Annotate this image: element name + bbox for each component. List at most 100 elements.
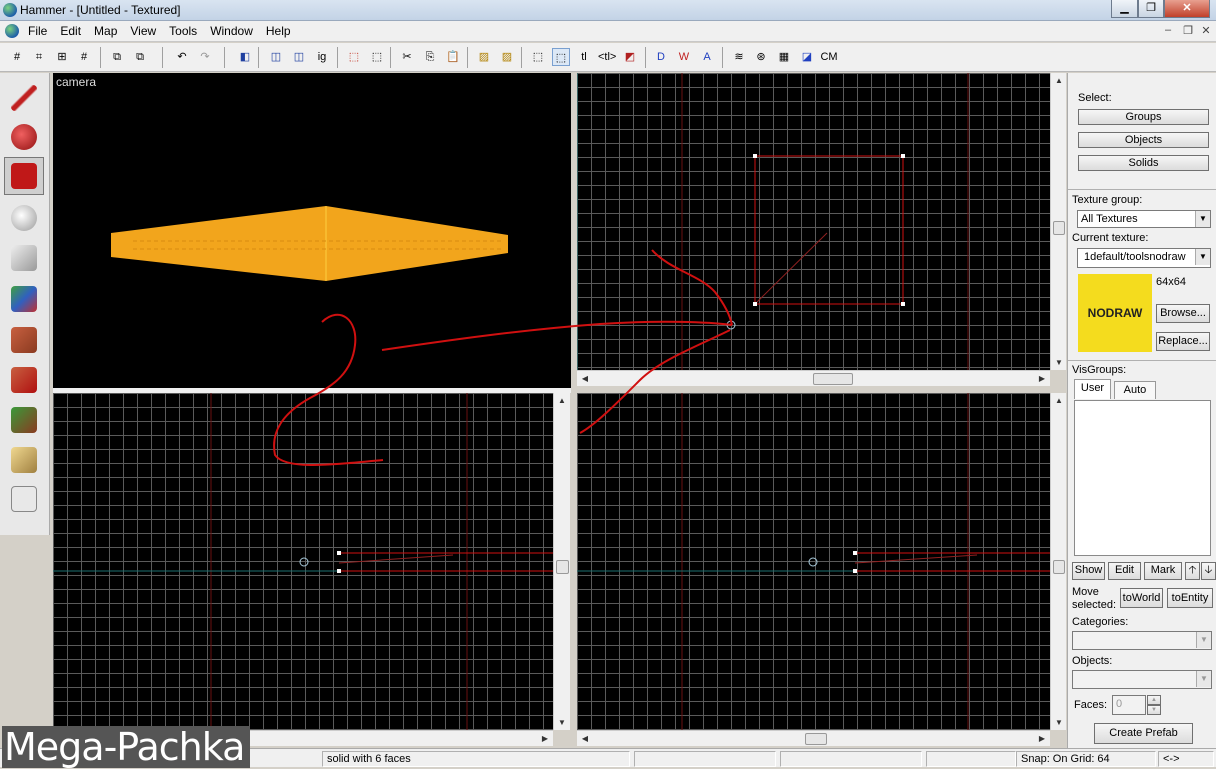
vertex-tool[interactable] xyxy=(4,480,44,518)
faces-spin-down-icon[interactable]: ▼ xyxy=(1147,705,1161,715)
redo-icon[interactable]: ↷ xyxy=(196,48,214,66)
texture-lock-icon[interactable]: ⬚ xyxy=(345,48,363,66)
texture-application-tool[interactable] xyxy=(4,280,44,318)
objects-label: Objects: xyxy=(1072,655,1113,667)
entity-report-icon[interactable]: ◪ xyxy=(798,48,816,66)
selection-tool[interactable] xyxy=(4,79,44,117)
mdi-restore-button[interactable]: ❐ xyxy=(1180,24,1196,37)
overlay-tool[interactable] xyxy=(4,401,44,439)
side-viewport-hscroll[interactable]: ◀ ▶ xyxy=(577,730,1050,746)
decal-tool[interactable] xyxy=(4,361,44,399)
faces-input[interactable]: 0 xyxy=(1112,695,1146,715)
display-angles-icon[interactable]: A xyxy=(698,48,716,66)
select-solids-button[interactable]: Solids xyxy=(1078,155,1209,171)
check-map-button[interactable]: CM xyxy=(818,48,840,66)
entity-tool[interactable] xyxy=(4,199,44,237)
tab-user[interactable]: User xyxy=(1074,379,1111,399)
menu-item-file[interactable]: File xyxy=(28,24,47,38)
front-viewport-vscroll[interactable]: ▲ ▼ xyxy=(553,393,570,730)
mdi-minimize-button[interactable]: – xyxy=(1160,24,1176,36)
objects-select[interactable]: ▼ xyxy=(1072,670,1212,689)
to-world-button[interactable]: toWorld xyxy=(1120,588,1163,608)
handles-icon[interactable]: ⬚ xyxy=(552,48,570,66)
side-viewport-vscroll[interactable]: ▲ ▼ xyxy=(1050,393,1066,730)
menu-item-tools[interactable]: Tools xyxy=(169,24,197,38)
texture-size: 64x64 xyxy=(1156,276,1186,288)
menu-item-help[interactable]: Help xyxy=(266,24,291,38)
top-2d-viewport[interactable] xyxy=(577,73,1050,370)
grid-smaller-icon[interactable]: ⊞ xyxy=(53,48,71,66)
chevron-down-icon: ▼ xyxy=(1195,249,1210,265)
texture-tl-button[interactable]: tl xyxy=(575,48,593,66)
minimize-button[interactable]: ▁ xyxy=(1111,0,1138,18)
camera-icon xyxy=(11,163,37,189)
current-texture-select[interactable]: 1default/toolsnodraw ▼ xyxy=(1077,248,1211,268)
current-texture-label: Current texture: xyxy=(1072,232,1149,244)
document-icon[interactable] xyxy=(5,24,19,38)
select-all-icon[interactable]: ⬚ xyxy=(529,48,547,66)
status-nav: <-> xyxy=(1158,751,1214,767)
texture-tl-lock-button[interactable]: <tl> xyxy=(598,48,616,66)
main-toolbar: # ⌗ ⊞ # ⧉ ⧉ ↶ ↷ ◧ ◫ ◫ ig ⬚ ⬚ ✂ ⎘ 📋 ▨ ▨ ⬚… xyxy=(0,43,1216,72)
menu-bar: File Edit Map View Tools Window Help – ❐ ✕ xyxy=(0,21,1216,42)
menu-item-map[interactable]: Map xyxy=(94,24,117,38)
to-entity-button[interactable]: toEntity xyxy=(1167,588,1213,608)
grid-larger-icon[interactable]: # xyxy=(75,48,93,66)
visgroup-edit-button[interactable]: Edit xyxy=(1108,562,1141,580)
visgroup-list[interactable] xyxy=(1074,400,1211,556)
compile-icon[interactable]: ⊛ xyxy=(752,48,770,66)
categories-label: Categories: xyxy=(1072,616,1129,628)
select-groups-button[interactable]: Groups xyxy=(1078,109,1209,125)
3d-grid-icon[interactable]: ⌗ xyxy=(30,48,48,66)
display-models-icon[interactable]: D xyxy=(652,48,670,66)
visgroup-show-button[interactable]: Show xyxy=(1072,562,1105,580)
display-wire-icon[interactable]: W xyxy=(675,48,693,66)
show-items-icon[interactable]: ▨ xyxy=(498,48,516,66)
flip-icon[interactable]: ◩ xyxy=(621,48,639,66)
close-button[interactable]: ✕ xyxy=(1164,0,1210,18)
selection-mode-icon[interactable]: ⬚ xyxy=(368,48,386,66)
tab-auto[interactable]: Auto xyxy=(1114,381,1156,399)
camera-tool[interactable] xyxy=(4,157,44,195)
paste-icon[interactable]: 📋 xyxy=(444,48,462,66)
grid-toggle-icon[interactable]: # xyxy=(8,48,26,66)
menu-item-edit[interactable]: Edit xyxy=(60,24,81,38)
carve-icon[interactable]: ◧ xyxy=(236,48,254,66)
ungroup-icon[interactable]: ⧉ xyxy=(131,48,149,66)
hide-items-icon[interactable]: ▨ xyxy=(475,48,493,66)
copy-icon[interactable]: ⎘ xyxy=(421,48,439,66)
hide-selected-icon[interactable]: ◫ xyxy=(267,48,285,66)
replace-button[interactable]: Replace... xyxy=(1156,332,1210,351)
visgroup-up-icon[interactable]: 🡡 xyxy=(1185,562,1200,580)
top-viewport-vscroll[interactable]: ▲ ▼ xyxy=(1050,73,1066,370)
block-tool[interactable] xyxy=(4,239,44,277)
run-map-icon[interactable]: ▦ xyxy=(775,48,793,66)
title-bar: Hammer - [Untitled - Textured] ▁ ❐ ✕ xyxy=(0,0,1216,21)
menu-item-window[interactable]: Window xyxy=(210,24,253,38)
apply-current-texture-tool[interactable] xyxy=(4,321,44,359)
create-prefab-button[interactable]: Create Prefab xyxy=(1094,723,1193,744)
categories-select[interactable]: ▼ xyxy=(1072,631,1212,650)
menu-item-view[interactable]: View xyxy=(130,24,156,38)
magnify-tool[interactable] xyxy=(4,118,44,156)
visgroup-down-icon[interactable]: 🡣 xyxy=(1201,562,1216,580)
select-objects-button[interactable]: Objects xyxy=(1078,132,1209,148)
side-2d-viewport[interactable] xyxy=(577,393,1050,730)
top-viewport-hscroll[interactable]: ◀ ▶ xyxy=(577,370,1050,386)
mdi-close-button[interactable]: ✕ xyxy=(1198,24,1214,37)
browse-button[interactable]: Browse... xyxy=(1156,304,1210,323)
texture-group-select[interactable]: All Textures ▼ xyxy=(1077,210,1211,228)
front-2d-viewport[interactable] xyxy=(53,393,553,730)
show-hidden-icon[interactable]: ◫ xyxy=(290,48,308,66)
undo-icon[interactable]: ↶ xyxy=(173,48,191,66)
camera-viewport[interactable]: camera xyxy=(53,73,571,388)
faces-spin-up-icon[interactable]: ▲ xyxy=(1147,695,1161,705)
block-icon xyxy=(11,245,37,271)
group-icon[interactable]: ⧉ xyxy=(108,48,126,66)
clipping-tool[interactable] xyxy=(4,441,44,479)
radius-culling-icon[interactable]: ≋ xyxy=(730,48,748,66)
visgroup-mark-button[interactable]: Mark xyxy=(1144,562,1182,580)
cut-icon[interactable]: ✂ xyxy=(398,48,416,66)
ignore-groups-button[interactable]: ig xyxy=(313,48,331,66)
maximize-button[interactable]: ❐ xyxy=(1138,0,1164,18)
